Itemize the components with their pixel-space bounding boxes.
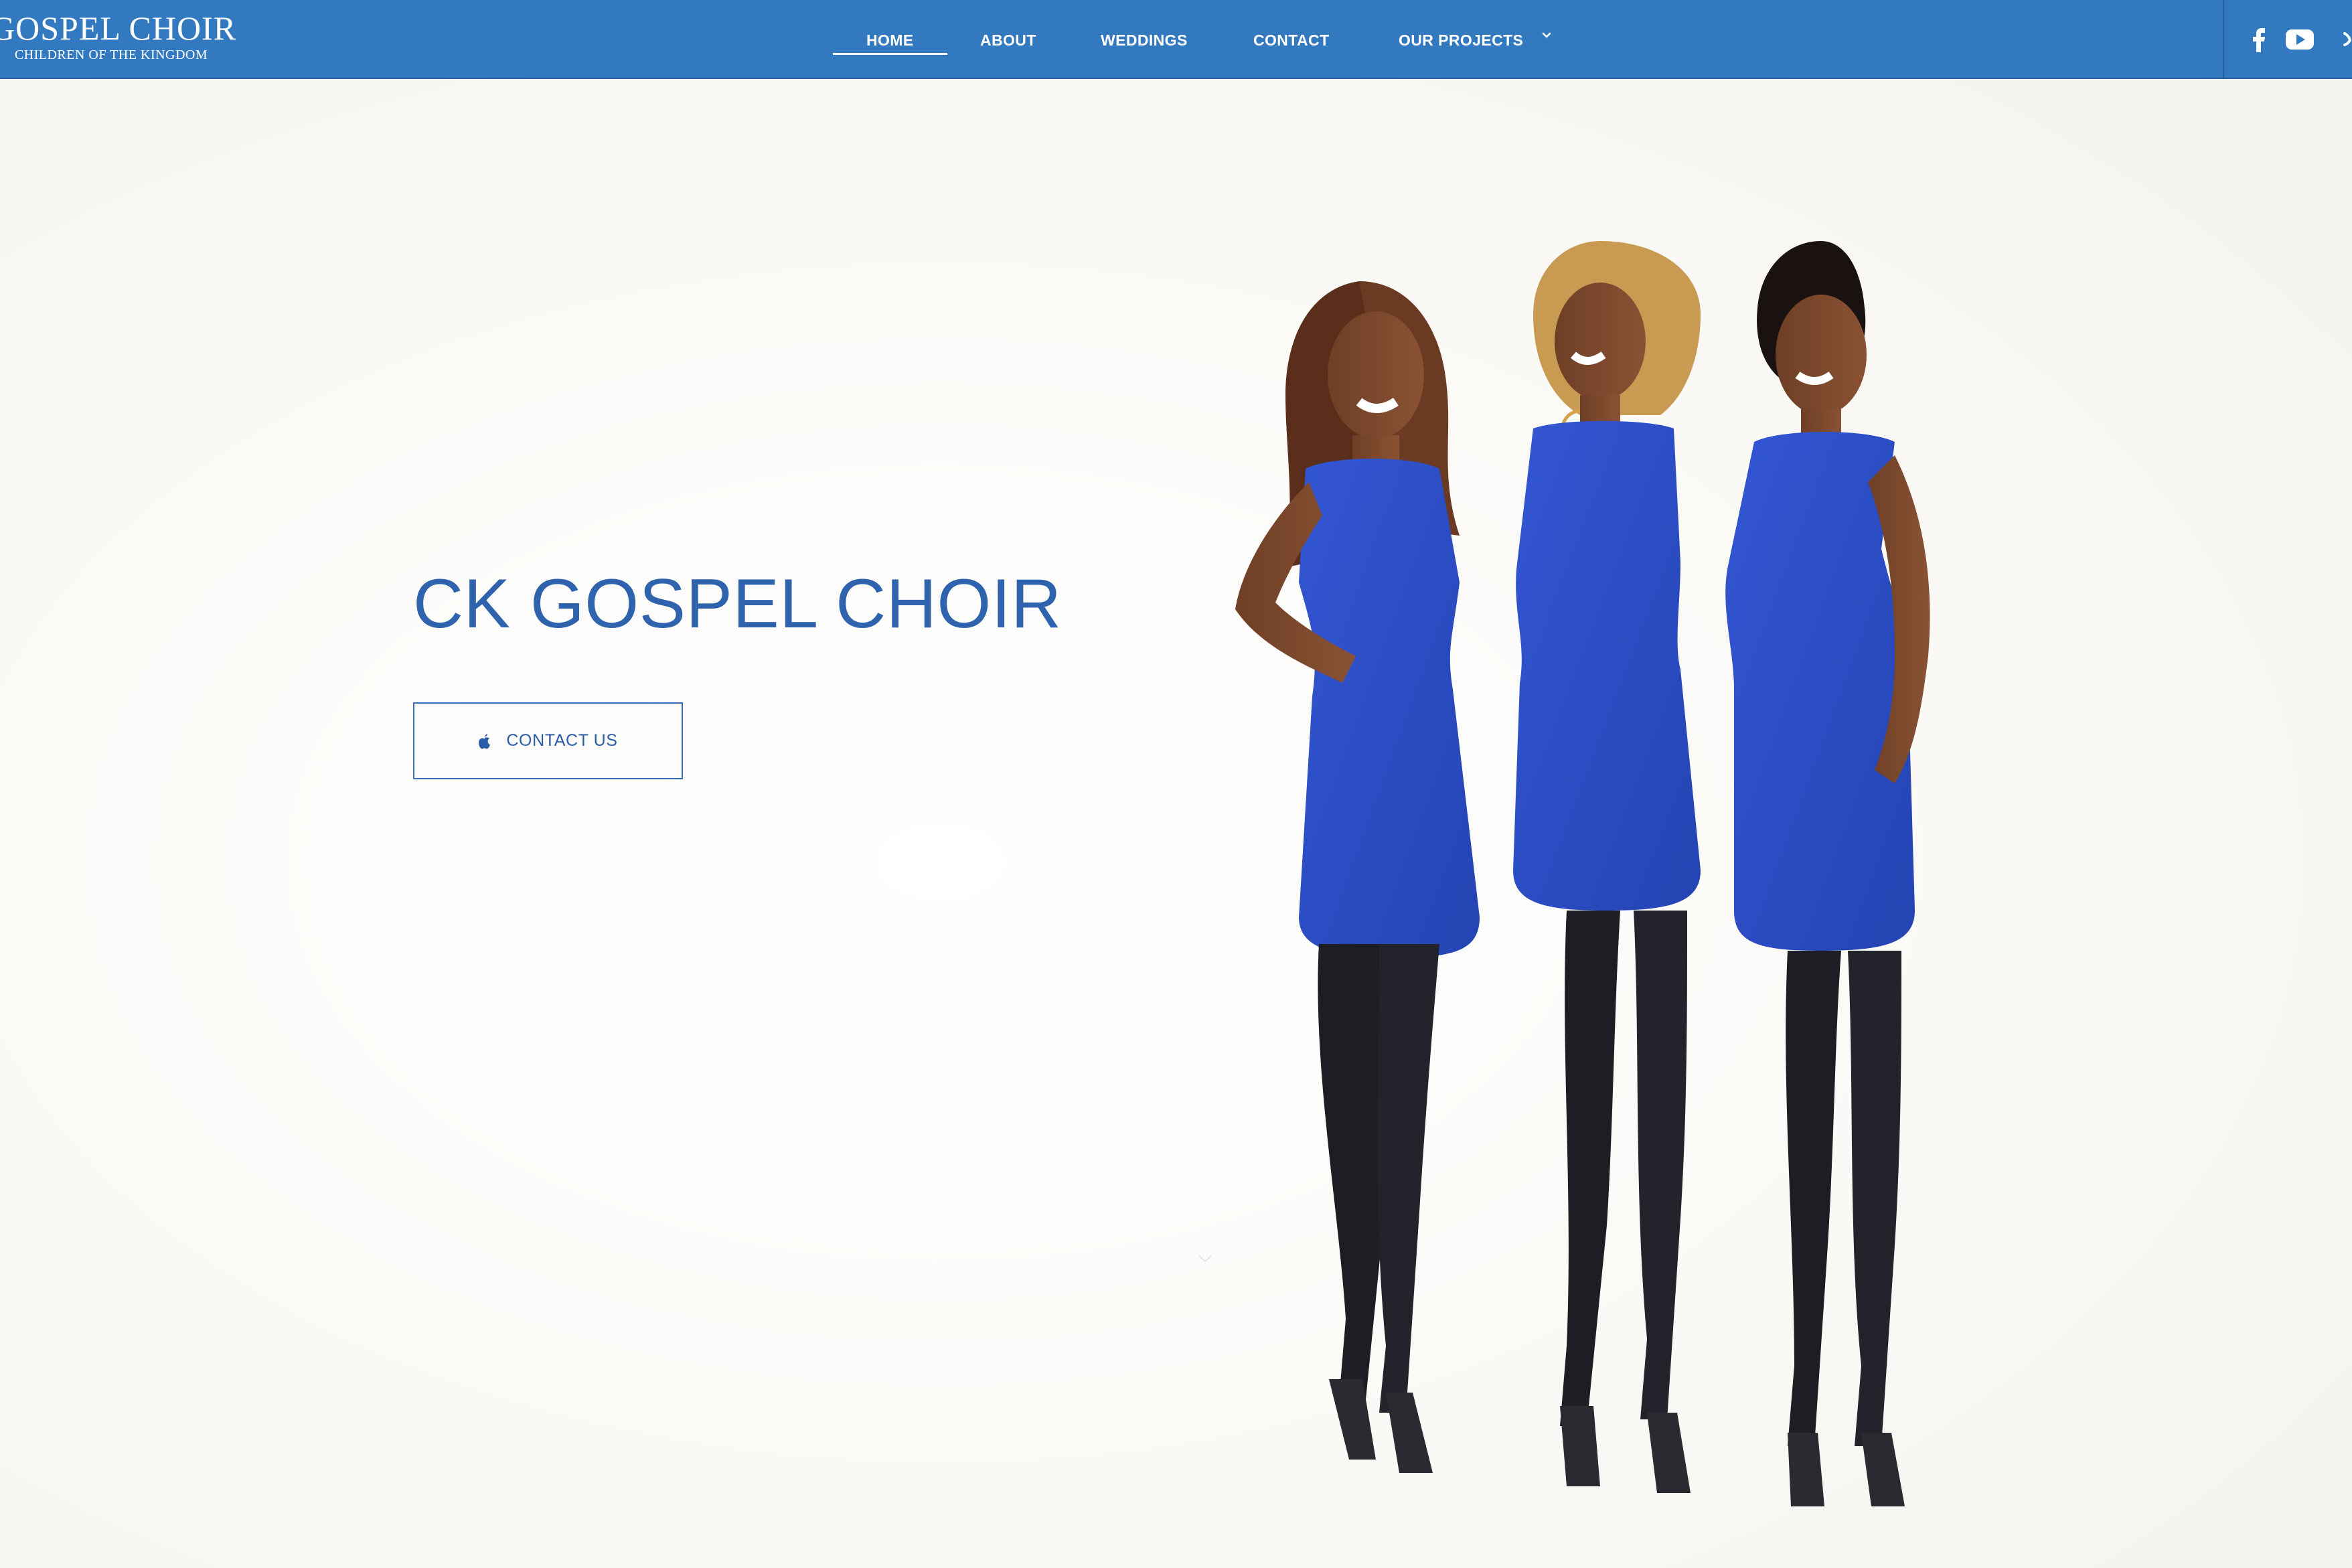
apple-icon [479, 733, 491, 749]
page: GOSPEL CHOIR CHILDREN OF THE KINGDOM HOM… [0, 0, 2352, 1568]
nav-weddings[interactable]: WEDDINGS [1101, 28, 1188, 52]
hero-singers-image [1235, 241, 1930, 1506]
youtube-icon[interactable] [2284, 25, 2315, 52]
contact-us-button[interactable]: CONTACT US [413, 702, 683, 779]
singer-left [1235, 281, 1480, 1473]
nav-divider [2223, 0, 2224, 79]
chevron-down-icon[interactable] [1540, 29, 1553, 42]
nav-our-projects[interactable]: OUR PROJECTS [1399, 28, 1523, 52]
scroll-down-icon[interactable] [1195, 1252, 1215, 1265]
contact-us-label: CONTACT US [506, 731, 618, 750]
singer-right [1725, 241, 1930, 1506]
nav-contact[interactable]: CONTACT [1253, 28, 1330, 52]
main-menu: HOME ABOUT WEDDINGS CONTACT OUR PROJECTS [0, 0, 2352, 79]
facebook-icon[interactable] [2251, 25, 2267, 52]
extra-social-icon[interactable] [2343, 25, 2352, 52]
nav-about[interactable]: ABOUT [980, 28, 1036, 52]
hero-title: CK GOSPEL CHOIR [413, 565, 1062, 643]
top-navbar: GOSPEL CHOIR CHILDREN OF THE KINGDOM HOM… [0, 0, 2352, 79]
nav-home[interactable]: HOME [833, 28, 947, 55]
singer-middle [1513, 241, 1701, 1493]
